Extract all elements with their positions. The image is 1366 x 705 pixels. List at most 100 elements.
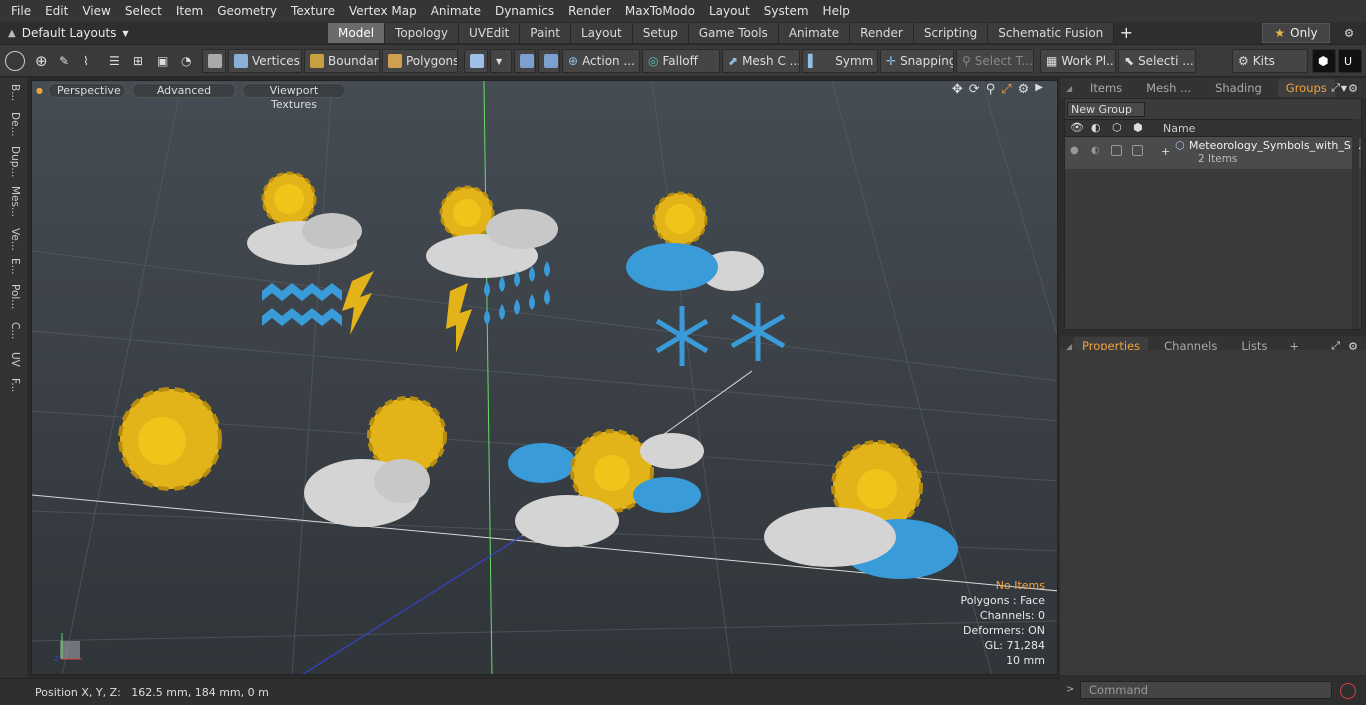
weather-sun-cloud-rain-lightning[interactable] <box>426 185 558 353</box>
add-tab-button[interactable]: + <box>1114 23 1138 43</box>
menu-system[interactable]: System <box>757 0 816 22</box>
render-toggle-icon[interactable]: ◐ <box>1091 145 1100 156</box>
gear-icon[interactable]: ⚙ <box>1348 82 1358 95</box>
gear-icon[interactable]: ⚙ <box>1338 23 1360 43</box>
falloff-button[interactable]: ◎ Falloff <box>642 49 720 73</box>
menu-file[interactable]: File <box>4 0 38 22</box>
tab-layout[interactable]: Layout <box>570 23 633 43</box>
unreal-button[interactable]: U <box>1338 49 1362 73</box>
tab-uvedit[interactable]: UVEdit <box>459 23 521 43</box>
work-plane-button[interactable]: ▦ Work Pl... <box>1040 49 1116 73</box>
left-tab-curve[interactable]: C... <box>5 322 21 339</box>
select-circle-button[interactable] <box>4 49 28 73</box>
item-mode-button[interactable] <box>202 49 226 73</box>
viewport-textures-button[interactable]: Viewport Textures <box>242 82 346 111</box>
menu-view[interactable]: View <box>75 0 117 22</box>
left-tab-polygon[interactable]: Pol... <box>5 284 21 309</box>
globe-button[interactable]: ⊕ <box>30 49 52 73</box>
pen-button[interactable]: ✎ <box>54 49 76 73</box>
cube-app-button[interactable]: ⬢ <box>1312 49 1336 73</box>
symmetry-x-button[interactable] <box>514 49 536 73</box>
new-group-button[interactable]: New Group <box>1067 102 1145 117</box>
brush-button[interactable]: ⌇ <box>78 49 100 73</box>
symmetry-y-button[interactable] <box>538 49 560 73</box>
snap-box-button[interactable]: ▣ <box>152 49 174 73</box>
rotate-icon[interactable]: ⟳ <box>969 82 980 97</box>
zoom-icon[interactable]: ⚲ <box>986 82 996 97</box>
menu-item[interactable]: Item <box>169 0 210 22</box>
tab-shading[interactable]: Shading <box>1207 79 1270 97</box>
expand-plus-icon[interactable]: + <box>1161 145 1170 158</box>
menu-edit[interactable]: Edit <box>38 0 75 22</box>
left-tab-fusion[interactable]: F... <box>5 378 21 392</box>
tab-items[interactable]: Items <box>1082 79 1130 97</box>
center-button[interactable]: ⊞ <box>128 49 150 73</box>
gear-icon[interactable]: ⚙ <box>1018 82 1030 97</box>
expand-icon[interactable]: ⤢ <box>1331 81 1340 95</box>
select-toggle[interactable] <box>1132 145 1143 156</box>
action-center-button[interactable]: ⊕ Action ... <box>562 49 640 73</box>
polygons-button[interactable]: Polygons <box>382 49 458 73</box>
align-button[interactable]: ☰ <box>104 49 126 73</box>
tab-paint[interactable]: Paint <box>520 23 571 43</box>
left-tab-uv[interactable]: UV <box>5 352 21 367</box>
weather-sun-mixed-clouds[interactable] <box>508 429 704 547</box>
tab-render[interactable]: Render <box>850 23 914 43</box>
menu-animate[interactable]: Animate <box>424 0 488 22</box>
menu-layout[interactable]: Layout <box>702 0 757 22</box>
menu-dynamics[interactable]: Dynamics <box>488 0 561 22</box>
material-button[interactable] <box>464 49 488 73</box>
tab-mesh[interactable]: Mesh ... <box>1138 79 1199 97</box>
tab-groups[interactable]: Groups <box>1277 79 1335 97</box>
left-tab-deform[interactable]: De... <box>5 112 21 137</box>
maximize-icon[interactable]: ⤢ <box>1001 82 1011 97</box>
move-icon[interactable]: ✥ <box>952 82 963 97</box>
left-tab-mesh-edit[interactable]: Mes... <box>5 186 21 217</box>
weather-sun[interactable] <box>118 387 222 491</box>
pie-button[interactable]: ◔ <box>176 49 198 73</box>
left-tab-edge[interactable]: E... <box>5 258 21 275</box>
group-row[interactable]: ● ◐ + ⬡ Meteorology_Symbols_with_S... 2 … <box>1065 137 1361 169</box>
menu-geometry[interactable]: Geometry <box>210 0 284 22</box>
advanced-button[interactable]: Advanced <box>132 82 236 98</box>
menu-render[interactable]: Render <box>561 0 618 22</box>
command-input[interactable]: Command <box>1080 681 1332 699</box>
menu-help[interactable]: Help <box>816 0 857 22</box>
select-icon[interactable]: ⬢ <box>1133 121 1143 134</box>
visibility-icon[interactable]: ● <box>1070 145 1079 156</box>
mesh-constraint-button[interactable]: ⬈ Mesh C ... <box>722 49 800 73</box>
weather-sun-cloud-wind-lightning[interactable] <box>247 171 374 335</box>
lock-toggle[interactable] <box>1111 145 1122 156</box>
weather-sun-cloud[interactable] <box>304 396 447 527</box>
snapping-button[interactable]: ✛ Snapping <box>880 49 954 73</box>
chevron-down-icon[interactable]: ▼ <box>1341 84 1347 93</box>
tab-schematic-fusion[interactable]: Schematic Fusion <box>988 23 1115 43</box>
tab-model[interactable]: Model <box>328 23 386 43</box>
select-through-button[interactable]: ⚲ Select T... <box>956 49 1034 73</box>
boundary-button[interactable]: Boundary <box>304 49 380 73</box>
weather-sun-bluecloud-snow[interactable] <box>626 191 786 366</box>
layouts-dropdown[interactable]: ▲ Default Layouts ▼ <box>0 22 140 44</box>
vertices-button[interactable]: Vertices <box>228 49 302 73</box>
tab-topology[interactable]: Topology <box>385 23 460 43</box>
lock-icon[interactable]: ⬡ <box>1112 121 1122 134</box>
menu-vertex-map[interactable]: Vertex Map <box>342 0 424 22</box>
menu-select[interactable]: Select <box>118 0 169 22</box>
only-toggle[interactable]: ★ Only <box>1262 23 1330 43</box>
tab-setup[interactable]: Setup <box>632 23 689 43</box>
tab-game-tools[interactable]: Game Tools <box>688 23 779 43</box>
left-tab-duplicate[interactable]: Dup... <box>5 146 21 177</box>
left-tab-vertex[interactable]: Ve... <box>5 228 21 251</box>
symmetry-button[interactable]: ▌ Symm ... <box>802 49 878 73</box>
record-icon[interactable] <box>1340 683 1356 699</box>
menu-texture[interactable]: Texture <box>284 0 342 22</box>
groups-scrollbar[interactable] <box>1352 119 1359 329</box>
tab-animate[interactable]: Animate <box>778 23 851 43</box>
material-dropdown[interactable]: ▼ <box>490 49 512 73</box>
selection-sets-button[interactable]: ⬉ Selecti ... <box>1118 49 1196 73</box>
tab-scripting[interactable]: Scripting <box>913 23 989 43</box>
menu-maxtomodo[interactable]: MaxToModo <box>618 0 702 22</box>
3d-viewport[interactable]: z ● Perspective Advanced Viewport Textur… <box>31 80 1058 675</box>
perspective-button[interactable]: Perspective <box>48 82 126 98</box>
eye-icon[interactable]: 👁 <box>1070 121 1084 134</box>
